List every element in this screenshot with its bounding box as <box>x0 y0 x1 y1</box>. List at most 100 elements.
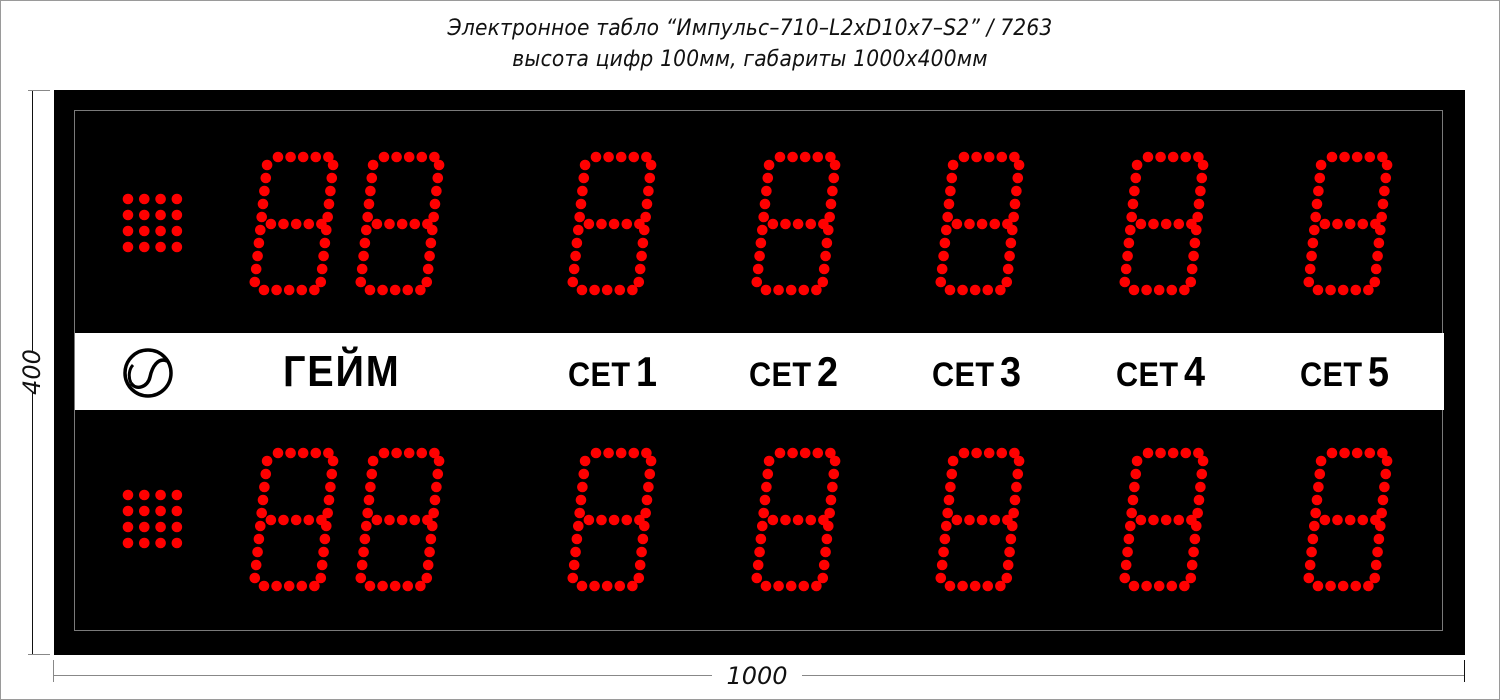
led-dot <box>122 505 134 517</box>
led-dot <box>645 455 657 467</box>
led-dot <box>621 514 633 526</box>
led-dot <box>139 193 150 205</box>
led-dot <box>1370 263 1382 275</box>
led-dot <box>935 572 947 584</box>
led-dot <box>122 225 134 237</box>
led-digits-layer <box>122 151 1393 592</box>
led-dot <box>396 218 408 230</box>
led-dot <box>947 455 959 467</box>
led-dot <box>1135 514 1147 526</box>
led-dot <box>122 209 134 221</box>
led-dot <box>296 580 308 592</box>
led-dot <box>366 468 378 480</box>
serve-indicator-player-2 <box>122 489 183 549</box>
led-dot <box>396 514 408 526</box>
led-dot <box>1189 237 1201 249</box>
led-dot <box>754 250 765 262</box>
led-dot <box>429 494 441 506</box>
led-dot <box>573 224 584 236</box>
led-dot <box>1131 159 1143 171</box>
led-dot <box>1130 172 1142 184</box>
led-dot <box>1013 159 1025 171</box>
led-dot <box>290 218 302 230</box>
led-dot <box>799 447 811 459</box>
led-dot <box>590 151 602 163</box>
led-dot <box>171 537 183 549</box>
led-dot <box>812 447 824 459</box>
led-dot <box>759 494 771 506</box>
height-dimension-tick-top <box>28 90 50 91</box>
led-dot <box>941 520 952 532</box>
led-dot <box>944 580 956 592</box>
led-dot <box>1128 580 1140 592</box>
set-1-digit-player-1 <box>567 151 657 296</box>
led-dot <box>1127 494 1139 506</box>
led-dot <box>122 241 134 253</box>
led-dot <box>644 172 656 184</box>
led-dot <box>812 151 824 163</box>
led-dot <box>811 284 822 296</box>
led-dot <box>1166 284 1178 296</box>
led-dot <box>589 284 600 296</box>
led-dot <box>249 572 261 584</box>
led-dot <box>628 151 640 163</box>
led-dot <box>938 546 949 558</box>
led-dot <box>583 514 595 526</box>
set-2-digit-player-1 <box>751 151 841 296</box>
led-dot <box>945 481 956 493</box>
led-dot <box>363 494 375 506</box>
led-dot <box>1131 455 1143 467</box>
led-dot <box>643 185 654 197</box>
led-dot <box>367 455 379 467</box>
led-dot <box>171 225 183 237</box>
led-dot <box>1351 447 1363 459</box>
led-dot <box>774 447 786 459</box>
led-dot <box>1357 514 1369 526</box>
led-dot <box>1167 151 1179 163</box>
led-dot <box>139 537 150 549</box>
led-dot <box>1005 533 1017 545</box>
led-dot <box>1380 468 1392 480</box>
led-dot <box>433 159 445 171</box>
led-dot <box>258 284 270 296</box>
led-dot <box>798 284 810 296</box>
led-dot <box>636 546 647 558</box>
led-dot <box>996 151 1008 163</box>
led-dot <box>761 481 772 493</box>
led-dot <box>829 455 841 467</box>
led-dot <box>361 520 372 532</box>
led-dot <box>641 494 653 506</box>
led-dot <box>171 505 183 517</box>
led-dot <box>827 185 838 197</box>
led-dot <box>944 284 956 296</box>
led-dot <box>758 507 769 519</box>
led-dot <box>1377 198 1389 210</box>
led-dot <box>1311 198 1323 210</box>
led-dot <box>957 284 968 296</box>
led-dot <box>327 159 339 171</box>
led-dot <box>309 284 320 296</box>
led-dot <box>787 151 798 163</box>
led-dot <box>1002 263 1014 275</box>
led-dot <box>402 284 414 296</box>
led-dot <box>1373 237 1385 249</box>
led-dot <box>825 494 837 506</box>
led-dot <box>1372 546 1383 558</box>
led-dot <box>326 172 338 184</box>
led-dot <box>799 151 811 163</box>
led-dot <box>296 284 308 296</box>
led-dot <box>378 447 390 459</box>
led-dot <box>431 481 442 493</box>
led-dot <box>820 546 831 558</box>
led-dot <box>936 559 948 571</box>
led-dot <box>1004 250 1015 262</box>
led-dot <box>257 198 269 210</box>
led-dot <box>1004 546 1015 558</box>
led-dot <box>272 447 284 459</box>
led-dot <box>590 447 602 459</box>
led-dot <box>367 159 379 171</box>
led-dot <box>1315 159 1327 171</box>
led-dot <box>256 211 267 223</box>
led-dot <box>603 447 614 459</box>
led-dot <box>1009 198 1021 210</box>
